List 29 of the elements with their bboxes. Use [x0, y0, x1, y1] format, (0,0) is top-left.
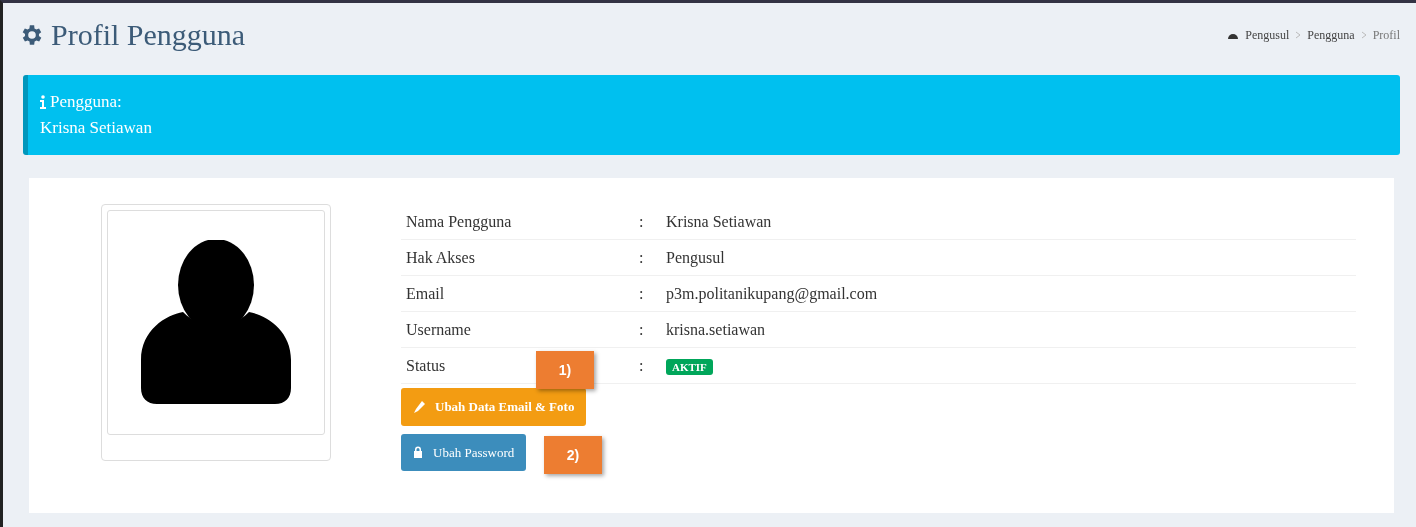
chevron-icon — [1295, 31, 1302, 39]
colon-separator: : — [639, 319, 645, 340]
colon-separator: : — [639, 283, 645, 304]
breadcrumb-link[interactable]: Pengusul — [1245, 26, 1290, 44]
annotation-marker: 2) — [544, 436, 602, 474]
callout-value: Krisna Setiawan — [40, 117, 153, 139]
field-value: krisna.setiawan — [666, 319, 766, 340]
field-label: Nama Pengguna — [406, 212, 512, 230]
breadcrumb-link[interactable]: Pengguna — [1307, 26, 1355, 44]
info-icon — [40, 95, 46, 109]
annotation-marker: 1) — [536, 351, 594, 389]
lock-icon — [413, 446, 423, 459]
status-badge: AKTIF — [666, 358, 713, 375]
chevron-icon — [1360, 31, 1367, 39]
colon-separator: : — [639, 355, 645, 376]
callout-label: Pengguna: — [50, 91, 122, 113]
change-password-button[interactable]: Ubah Password — [401, 433, 527, 471]
field-value: p3m.politanikupang@gmail.com — [666, 283, 878, 305]
field-value: Krisna Setiawan — [666, 211, 772, 232]
field-value: Pengusul — [666, 247, 725, 269]
field-label: Username — [406, 320, 471, 338]
colon-separator: : — [639, 247, 645, 268]
field-label: Status — [406, 356, 446, 374]
user-silhouette-icon — [141, 240, 291, 405]
title-text: Profil Pengguna — [51, 17, 246, 53]
pencil-icon — [413, 400, 425, 413]
colon-separator: : — [639, 211, 645, 232]
field-label: Hak Akses — [406, 248, 475, 266]
field-label: Email — [406, 284, 445, 302]
